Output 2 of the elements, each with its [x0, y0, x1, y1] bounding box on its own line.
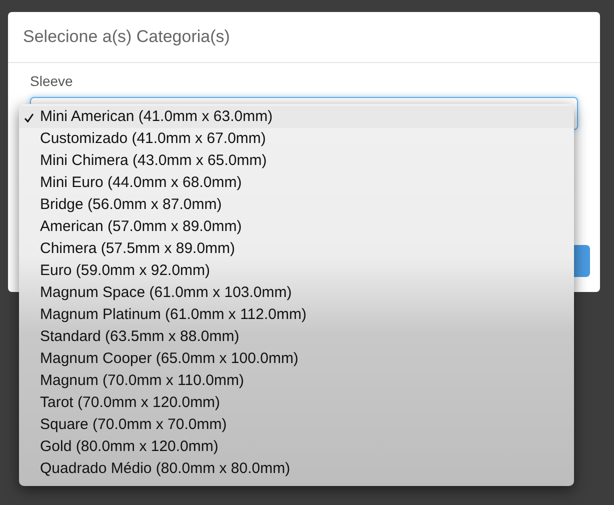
field-label: Sleeve [30, 73, 73, 89]
dialog-title: Selecione a(s) Categoria(s) [23, 27, 230, 46]
